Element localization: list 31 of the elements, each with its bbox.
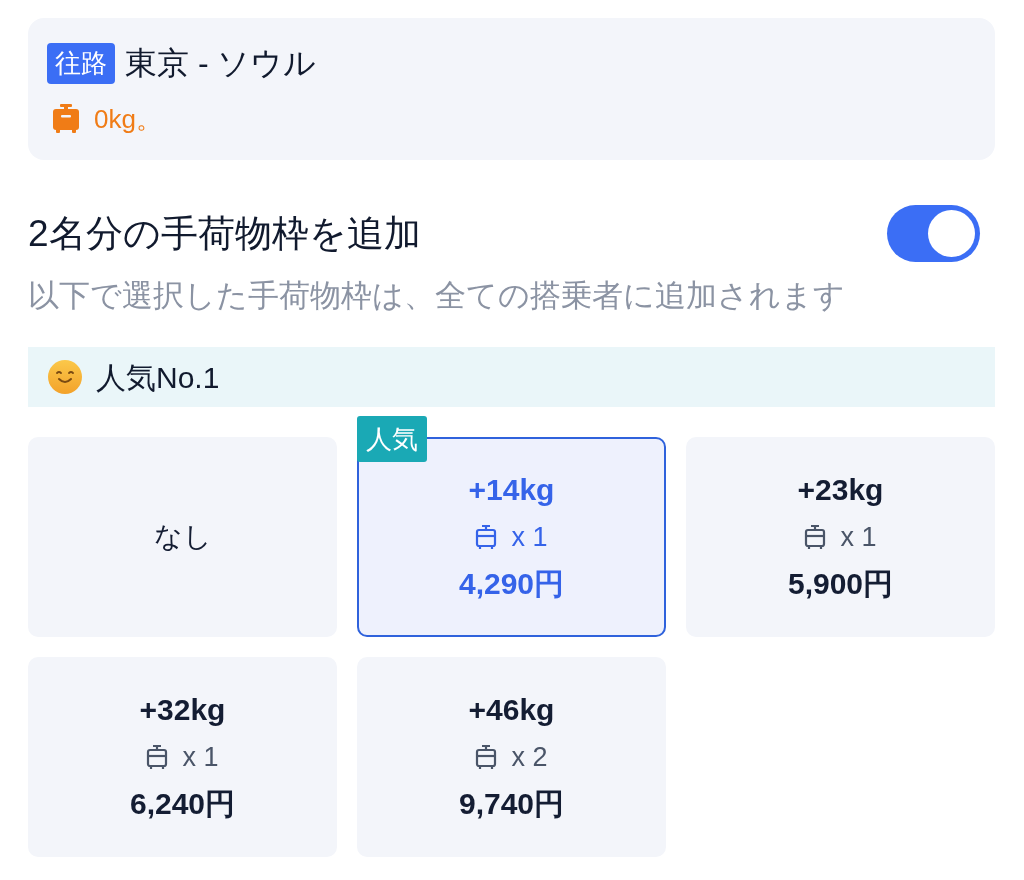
option-price: 4,290円 — [458, 566, 565, 602]
suitcase-icon — [804, 524, 827, 550]
outbound-tag: 往路 — [47, 43, 115, 84]
popular-tag: 人気 — [357, 416, 427, 462]
section-description: 以下で選択した手荷物枠は、全ての搭乗者に追加されます — [28, 278, 845, 314]
baggage-option-card[interactable]: +23kg x 1 5,900円 — [686, 437, 995, 637]
suitcase-icon — [475, 524, 498, 550]
option-price: 9,740円 — [458, 786, 565, 822]
smiley-icon — [48, 360, 82, 394]
option-weight: +14kg — [468, 472, 555, 508]
option-weight: +23kg — [797, 472, 884, 508]
option-price: 5,900円 — [787, 566, 894, 602]
baggage-allowance: 0kg。 — [94, 104, 162, 134]
route-title: 東京 - ソウル — [125, 44, 317, 83]
option-label: なし — [153, 520, 212, 554]
option-quantity: x 2 — [511, 741, 548, 774]
option-weight: +46kg — [468, 692, 555, 728]
option-weight: +32kg — [139, 692, 226, 728]
suitcase-icon — [52, 104, 80, 134]
option-quantity: x 1 — [511, 521, 548, 554]
toggle-switch[interactable] — [887, 205, 980, 262]
baggage-option-card[interactable]: +32kg x 1 6,240円 — [28, 657, 337, 857]
option-quantity: x 1 — [182, 741, 219, 774]
suitcase-icon — [475, 744, 498, 770]
option-quantity: x 1 — [840, 521, 877, 554]
section-title: 2名分の手荷物枠を追加 — [28, 211, 421, 256]
popular-label: 人気No.1 — [96, 359, 220, 396]
baggage-option-card[interactable]: なし — [28, 437, 337, 637]
suitcase-icon — [146, 744, 169, 770]
baggage-option-card[interactable]: +46kg x 2 9,740円 — [357, 657, 666, 857]
option-price: 6,240円 — [129, 786, 236, 822]
